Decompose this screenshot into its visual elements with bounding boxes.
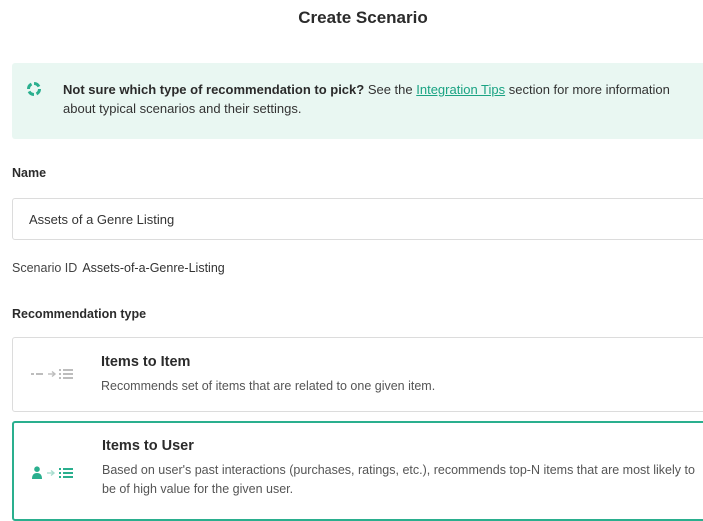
option-items-to-item[interactable]: Items to Item Recommends set of items th…: [12, 337, 703, 412]
recommendation-type-label: Recommendation type: [12, 307, 147, 321]
name-input[interactable]: [12, 198, 703, 240]
user-to-list-icon: [30, 466, 92, 480]
item-to-list-icon: [29, 367, 91, 381]
info-text: Not sure which type of recommendation to…: [63, 80, 683, 118]
scenario-id-label: Scenario ID: [12, 261, 78, 275]
info-bold-text: Not sure which type of recommendation to…: [63, 82, 365, 97]
info-banner: Not sure which type of recommendation to…: [12, 63, 703, 139]
scenario-id-value: Assets-of-a-Genre-Listing: [82, 261, 225, 275]
scenario-id: Scenario ID Assets-of-a-Genre-Listing: [12, 261, 225, 275]
info-text-before-link: See the: [364, 82, 417, 97]
option-title: Items to User: [102, 438, 194, 454]
page-title: Create Scenario: [298, 8, 428, 27]
option-items-to-user[interactable]: Items to User Based on user's past inter…: [12, 421, 703, 521]
option-title: Items to Item: [101, 354, 191, 370]
option-description: Based on user's past interactions (purch…: [102, 463, 695, 496]
integration-tips-link[interactable]: Integration Tips: [416, 82, 505, 97]
loader-ring-icon: [26, 81, 42, 97]
name-label: Name: [12, 166, 47, 180]
option-description: Recommends set of items that are related…: [101, 379, 436, 393]
